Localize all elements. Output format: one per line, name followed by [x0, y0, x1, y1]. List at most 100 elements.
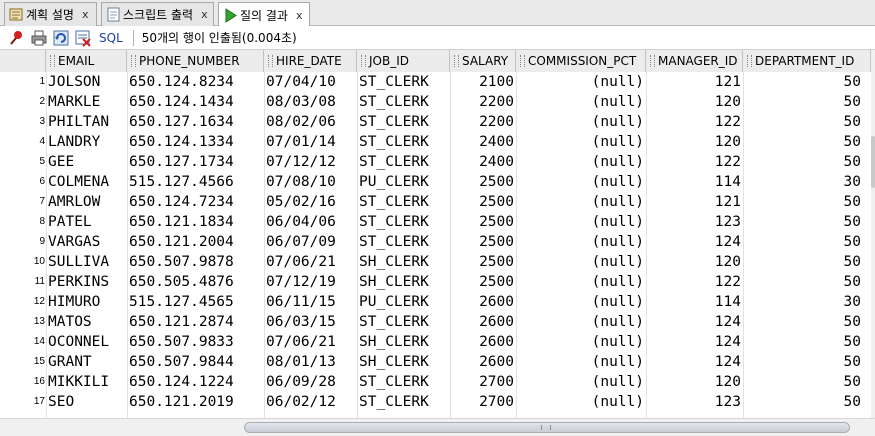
row-number[interactable]: 15: [0, 352, 46, 372]
cell-job-id[interactable]: ST_CLERK: [357, 92, 450, 112]
cell-phone-number[interactable]: 650.121.1834: [127, 212, 264, 232]
cell-department-id[interactable]: 50: [743, 192, 863, 212]
cell-manager-id[interactable]: 114: [646, 292, 743, 312]
cell-hire-date[interactable]: 06/07/09: [264, 232, 357, 252]
close-icon[interactable]: x: [82, 8, 89, 21]
cell-department-id[interactable]: 50: [743, 72, 863, 92]
column-header-phone-number[interactable]: PHONE_NUMBER: [127, 50, 264, 72]
cell-manager-id[interactable]: 122: [646, 152, 743, 172]
cell-department-id[interactable]: 50: [743, 92, 863, 112]
cell-hire-date[interactable]: 07/01/14: [264, 132, 357, 152]
cell-email[interactable]: VARGAS: [46, 232, 127, 252]
cell-salary[interactable]: 2500: [450, 172, 516, 192]
row-number[interactable]: 13: [0, 312, 46, 332]
table-row[interactable]: 1 JOLSON 650.124.8234 07/04/10 ST_CLERK 2100(…: [0, 72, 871, 92]
cell-phone-number[interactable]: 650.124.1334: [127, 132, 264, 152]
cell-commission-pct[interactable]: (null): [516, 332, 646, 352]
cell-email[interactable]: PERKINS: [46, 272, 127, 292]
row-number[interactable]: 3: [0, 112, 46, 132]
row-number[interactable]: 12: [0, 292, 46, 312]
row-number[interactable]: 1: [0, 72, 46, 92]
column-header-email[interactable]: EMAIL: [46, 50, 127, 72]
cell-commission-pct[interactable]: (null): [516, 372, 646, 392]
cell-email[interactable]: MATOS: [46, 312, 127, 332]
cell-salary[interactable]: 2500: [450, 192, 516, 212]
cell-job-id[interactable]: ST_CLERK: [357, 132, 450, 152]
cell-job-id[interactable]: SH_CLERK: [357, 352, 450, 372]
tab-query-result[interactable]: 질의 결과 x: [218, 2, 310, 27]
cell-manager-id[interactable]: 124: [646, 332, 743, 352]
cell-salary[interactable]: 2600: [450, 352, 516, 372]
cell-hire-date[interactable]: 07/06/21: [264, 252, 357, 272]
row-number[interactable]: 4: [0, 132, 46, 152]
cell-phone-number[interactable]: 650.124.7234: [127, 192, 264, 212]
cell-email[interactable]: GRANT: [46, 352, 127, 372]
table-row[interactable]: 3 PHILTAN 650.127.1634 08/02/06 ST_CLERK 2200…: [0, 112, 871, 132]
table-row[interactable]: 16 MIKKILI 650.124.1224 06/09/28 ST_CLERK 270…: [0, 372, 871, 392]
cell-commission-pct[interactable]: (null): [516, 112, 646, 132]
cell-hire-date[interactable]: 08/03/08: [264, 92, 357, 112]
cell-salary[interactable]: 2700: [450, 392, 516, 412]
cell-email[interactable]: PHILTAN: [46, 112, 127, 132]
tab-explain-plan[interactable]: 계획 설명 x: [4, 2, 97, 26]
row-number[interactable]: 16: [0, 372, 46, 392]
cell-salary[interactable]: 2700: [450, 372, 516, 392]
cell-job-id[interactable]: ST_CLERK: [357, 192, 450, 212]
table-row[interactable]: 11 PERKINS 650.505.4876 07/12/19 SH_CLERK 250…: [0, 272, 871, 292]
cell-phone-number[interactable]: 650.507.9878: [127, 252, 264, 272]
print-icon[interactable]: [30, 29, 48, 47]
cell-department-id[interactable]: 50: [743, 352, 863, 372]
cell-manager-id[interactable]: 124: [646, 352, 743, 372]
cell-phone-number[interactable]: 515.127.4565: [127, 292, 264, 312]
cell-salary[interactable]: 2600: [450, 332, 516, 352]
cell-email[interactable]: AMRLOW: [46, 192, 127, 212]
cell-department-id[interactable]: 50: [743, 252, 863, 272]
cell-hire-date[interactable]: 05/02/16: [264, 192, 357, 212]
cell-phone-number[interactable]: 650.505.4876: [127, 272, 264, 292]
cell-commission-pct[interactable]: (null): [516, 392, 646, 412]
cell-job-id[interactable]: ST_CLERK: [357, 372, 450, 392]
vertical-scroll-thumb[interactable]: [871, 136, 875, 188]
cell-phone-number[interactable]: 650.121.2019: [127, 392, 264, 412]
row-number[interactable]: 8: [0, 212, 46, 232]
cell-job-id[interactable]: ST_CLERK: [357, 232, 450, 252]
row-number[interactable]: 2: [0, 92, 46, 112]
row-number[interactable]: 6: [0, 172, 46, 192]
cell-manager-id[interactable]: 122: [646, 272, 743, 292]
table-row[interactable]: 5 GEE 650.127.1734 07/12/12 ST_CLERK 2400 (nul…: [0, 152, 871, 172]
tab-script-output[interactable]: 스크립트 출력 x: [101, 2, 214, 26]
cell-hire-date[interactable]: 06/04/06: [264, 212, 357, 232]
cell-commission-pct[interactable]: (null): [516, 92, 646, 112]
cell-department-id[interactable]: 50: [743, 332, 863, 352]
cell-department-id[interactable]: 50: [743, 372, 863, 392]
table-row[interactable]: 8 PATEL 650.121.1834 06/04/06 ST_CLERK 2500 (n…: [0, 212, 871, 232]
close-icon[interactable]: x: [201, 8, 208, 21]
cell-commission-pct[interactable]: (null): [516, 72, 646, 92]
cell-hire-date[interactable]: 07/12/12: [264, 152, 357, 172]
cell-department-id[interactable]: 50: [743, 312, 863, 332]
cell-email[interactable]: MIKKILI: [46, 372, 127, 392]
cell-hire-date[interactable]: 08/02/06: [264, 112, 357, 132]
cell-email[interactable]: PATEL: [46, 212, 127, 232]
cell-department-id[interactable]: 50: [743, 112, 863, 132]
cell-commission-pct[interactable]: (null): [516, 152, 646, 172]
table-row[interactable]: 9 VARGAS 650.121.2004 06/07/09 ST_CLERK 2500(…: [0, 232, 871, 252]
cell-hire-date[interactable]: 08/01/13: [264, 352, 357, 372]
vertical-scrollbar[interactable]: [871, 50, 875, 418]
cell-department-id[interactable]: 50: [743, 392, 863, 412]
cell-department-id[interactable]: 50: [743, 152, 863, 172]
cell-salary[interactable]: 2500: [450, 212, 516, 232]
cell-commission-pct[interactable]: (null): [516, 132, 646, 152]
refresh-icon[interactable]: [52, 29, 70, 47]
cell-salary[interactable]: 2500: [450, 272, 516, 292]
cell-manager-id[interactable]: 124: [646, 312, 743, 332]
cell-phone-number[interactable]: 515.127.4566: [127, 172, 264, 192]
column-header-commission-pct[interactable]: COMMISSION_PCT: [516, 50, 646, 72]
cell-manager-id[interactable]: 120: [646, 372, 743, 392]
table-row[interactable]: 10 SULLIVA 650.507.9878 07/06/21 SH_CLERK 250…: [0, 252, 871, 272]
cell-hire-date[interactable]: 06/03/15: [264, 312, 357, 332]
cell-manager-id[interactable]: 120: [646, 132, 743, 152]
cell-commission-pct[interactable]: (null): [516, 352, 646, 372]
cell-department-id[interactable]: 30: [743, 172, 863, 192]
row-number-header[interactable]: [0, 50, 46, 72]
